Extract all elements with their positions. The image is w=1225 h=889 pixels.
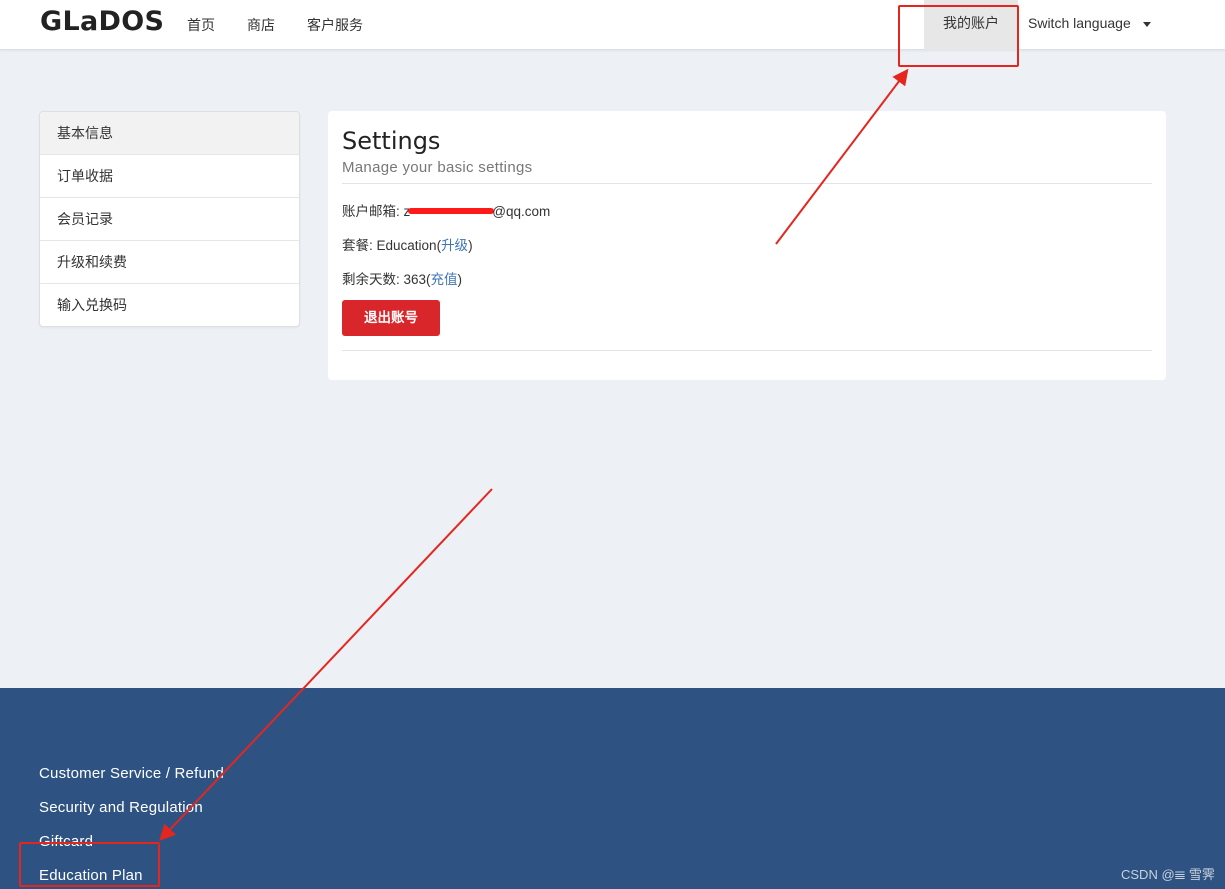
nav-store-link[interactable]: 商店 <box>247 15 275 35</box>
panel-subtitle: Manage your basic settings <box>342 159 533 176</box>
csdn-watermark: CSDN @𝍣 雪霁 <box>1121 867 1215 882</box>
account-email-row: 账户邮箱: z @qq.com <box>342 200 550 220</box>
footer-link-customer-service[interactable]: Customer Service / Refund <box>39 765 224 782</box>
annotation-box-education <box>19 842 160 887</box>
annotation-box-account <box>898 5 1019 67</box>
top-navbar: GLaDOS 首页 商店 客户服务 我的账户 Switch language <box>0 0 1225 50</box>
nav-home-link[interactable]: 首页 <box>187 15 215 35</box>
sidebar-item-upgrade-renew[interactable]: 升级和续费 <box>40 241 299 284</box>
settings-sidebar: 基本信息 订单收据 会员记录 升级和续费 输入兑换码 <box>39 111 300 327</box>
days-value: 363 <box>403 272 427 287</box>
language-switcher[interactable]: Switch language <box>1028 15 1131 31</box>
email-suffix: @qq.com <box>492 204 551 219</box>
plan-label: 套餐: <box>342 238 377 253</box>
sidebar-item-membership-records[interactable]: 会员记录 <box>40 198 299 241</box>
logout-button[interactable]: 退出账号 <box>342 300 440 336</box>
panel-divider-bottom <box>342 350 1152 351</box>
caret-down-icon[interactable] <box>1143 22 1151 27</box>
plan-row: 套餐: Education(升级) <box>342 238 473 253</box>
footer-link-security[interactable]: Security and Regulation <box>39 799 203 816</box>
remaining-days-row: 剩余天数: 363(充值) <box>342 272 463 287</box>
redaction-mark <box>408 207 495 214</box>
plan-value: Education <box>376 238 437 253</box>
panel-divider <box>342 183 1152 184</box>
sidebar-item-order-receipts[interactable]: 订单收据 <box>40 155 299 198</box>
recharge-link[interactable]: 充值 <box>431 272 458 287</box>
brand-logo[interactable]: GLaDOS <box>40 6 164 37</box>
nav-support-link[interactable]: 客户服务 <box>307 15 363 35</box>
days-label: 剩余天数: <box>342 272 404 287</box>
upgrade-link[interactable]: 升级 <box>441 238 468 253</box>
panel-title: Settings <box>342 127 441 155</box>
sidebar-item-redeem-code[interactable]: 输入兑换码 <box>40 284 299 326</box>
settings-panel: Settings Manage your basic settings 账户邮箱… <box>328 111 1166 380</box>
sidebar-item-basic-info[interactable]: 基本信息 <box>40 112 299 155</box>
email-label: 账户邮箱: <box>342 204 404 219</box>
site-footer: Customer Service / Refund Security and R… <box>0 688 1225 889</box>
